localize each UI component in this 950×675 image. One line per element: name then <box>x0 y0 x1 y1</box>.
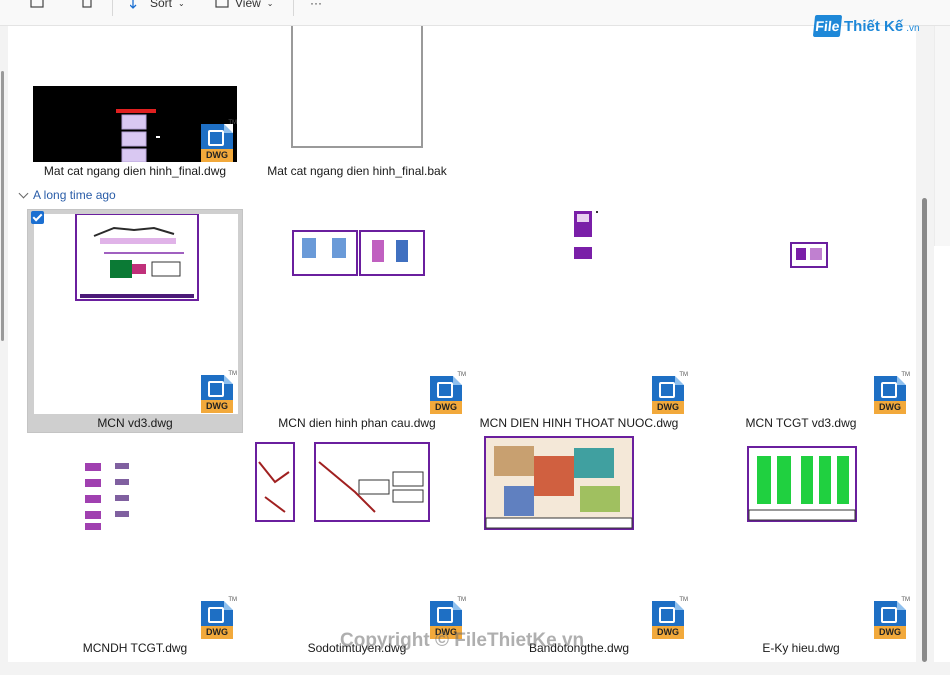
dwg-file-icon: DWG TM <box>201 120 237 162</box>
trademark-mark: TM <box>901 372 910 378</box>
file-name[interactable]: E-Ky hieu.dwg <box>699 641 903 655</box>
sort-label: Sort <box>150 0 173 10</box>
trademark-mark: TM <box>679 372 688 378</box>
cad-preview <box>574 211 598 259</box>
file-item[interactable]: DWG TM <box>477 434 688 640</box>
file-item[interactable]: DWG TM <box>699 209 910 415</box>
cad-preview <box>292 230 425 276</box>
watermark-logo: File Thiết Kế .vn <box>812 15 920 37</box>
file-name[interactable]: MCN TCGT vd3.dwg <box>699 416 903 430</box>
cad-preview <box>747 446 857 522</box>
dwg-file-icon: DWG TM <box>874 597 910 639</box>
command-bar: Sort ⌄ View ⌄ ··· <box>0 0 950 26</box>
trademark-mark: TM <box>228 371 237 377</box>
file-explorer-window: Sort ⌄ View ⌄ ··· DWG TM Mat cat ngang d… <box>0 0 950 675</box>
view-icon <box>215 0 229 8</box>
file-name[interactable]: Mat cat ngang dien hinh_final.bak <box>255 164 459 178</box>
sort-icon <box>130 0 137 9</box>
dwg-file-icon: DWG TM <box>430 372 466 414</box>
trademark-mark: TM <box>457 597 466 603</box>
file-name[interactable]: MCNDH TCGT.dwg <box>33 641 237 655</box>
scrollbar-thumb[interactable] <box>922 198 927 662</box>
file-item[interactable]: DWG TM <box>699 434 910 640</box>
cad-preview <box>85 463 129 530</box>
selection-checkbox[interactable] <box>31 211 44 224</box>
more-options-button[interactable]: ··· <box>310 0 322 14</box>
chevron-down-icon: ⌄ <box>266 0 274 8</box>
blank-file-icon <box>291 26 423 148</box>
group-header-long-time-ago[interactable]: A long time ago <box>18 188 116 202</box>
more-label: ··· <box>310 0 322 10</box>
file-item[interactable]: DWG TM <box>255 434 466 640</box>
trademark-mark: TM <box>228 597 237 603</box>
logo-tld: .vn <box>906 23 920 34</box>
file-name[interactable]: MCN DIEN HINH THOAT NUOC.dwg <box>477 416 681 430</box>
logo-brand: Thiết Kế <box>844 17 904 35</box>
trademark-mark: TM <box>457 372 466 378</box>
group-header-label: A long time ago <box>33 188 116 202</box>
selected-file-item[interactable]: DWG TM <box>27 209 243 433</box>
trash-icon <box>82 0 92 8</box>
trademark-mark: TM <box>901 597 910 603</box>
rename-icon <box>30 0 44 8</box>
file-name[interactable]: Mat cat ngang dien hinh_final.dwg <box>33 164 237 178</box>
logo-file-mark: File <box>812 15 843 37</box>
chevron-down-icon <box>18 188 29 198</box>
trademark-mark: TM <box>679 597 688 603</box>
navigation-pane-edge <box>0 26 8 675</box>
cad-preview <box>484 436 634 530</box>
copyright-watermark: Copyright © FileThietKe.vn <box>340 630 585 651</box>
sort-button[interactable]: Sort ⌄ <box>130 0 185 14</box>
dwg-file-icon: DWG TM <box>652 597 688 639</box>
cad-preview <box>255 442 430 522</box>
chevron-down-icon: ⌄ <box>178 0 185 8</box>
dwg-file-icon: DWG TM <box>874 372 910 414</box>
dwg-file-icon: DWG TM <box>201 597 237 639</box>
file-name[interactable]: MCN vd3.dwg <box>33 416 237 430</box>
file-item[interactable]: DWG TM <box>477 209 688 415</box>
file-item[interactable] <box>291 26 423 148</box>
view-button[interactable]: View ⌄ <box>215 0 274 14</box>
toolbar-separator <box>293 0 294 16</box>
dwg-file-icon: DWG TM <box>201 371 237 413</box>
details-pane-edge <box>934 26 950 246</box>
delete-button[interactable] <box>80 0 94 14</box>
dwg-file-icon: DWG TM <box>652 372 688 414</box>
view-label: View <box>235 0 261 10</box>
nav-scrollbar-thumb[interactable] <box>1 71 4 341</box>
file-name[interactable]: MCN dien hinh phan cau.dwg <box>255 416 459 430</box>
toolbar-separator <box>112 0 113 16</box>
file-item[interactable]: DWG TM <box>255 209 466 415</box>
trademark-mark: TM <box>228 120 237 126</box>
file-item[interactable]: DWG TM <box>33 86 237 162</box>
file-item[interactable]: DWG TM <box>33 434 237 640</box>
rename-button[interactable] <box>30 0 44 14</box>
vertical-scrollbar[interactable] <box>916 26 934 662</box>
cad-preview <box>790 242 828 268</box>
status-bar <box>0 662 950 675</box>
file-grid: DWG TM Mat cat ngang dien hinh_final.dwg… <box>8 26 916 662</box>
